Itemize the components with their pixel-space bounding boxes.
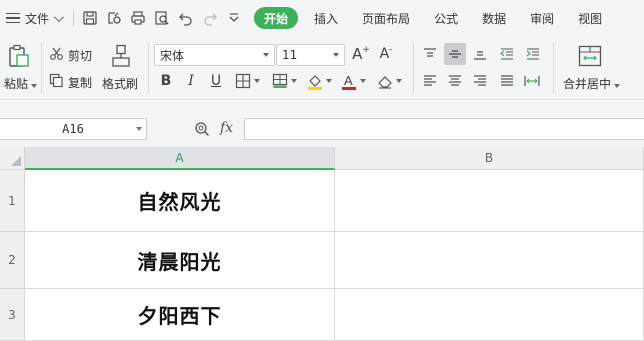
formula-bar: A16 fx [0, 101, 644, 147]
hamburger-icon [6, 12, 20, 24]
align-middle-icon[interactable] [444, 43, 466, 65]
increase-indent-icon[interactable] [523, 44, 543, 64]
distributed-align-icon[interactable] [522, 72, 542, 90]
row-header-3[interactable]: 3 [0, 289, 25, 341]
bold-icon[interactable]: B [157, 71, 175, 91]
tab-view[interactable]: 视图 [566, 7, 614, 29]
cell-a3[interactable]: 夕阳西下 [25, 289, 335, 341]
eraser-icon[interactable] [375, 71, 403, 91]
font-size-select[interactable]: 11 [276, 44, 345, 66]
copy-button[interactable]: 复制 [68, 74, 92, 91]
export-icon[interactable] [104, 8, 124, 28]
paste-label[interactable]: 粘贴 [4, 75, 38, 92]
menu-bar: 文件 开始 插入 页面布局 公式 数据 审阅 视图 [0, 0, 644, 36]
divider [413, 42, 414, 94]
redo-icon[interactable] [200, 8, 220, 28]
paste-button[interactable] [6, 42, 32, 70]
align-right-icon[interactable] [470, 72, 490, 90]
divider [41, 42, 42, 94]
fx-insert-function-button[interactable]: fx [220, 120, 233, 136]
align-left-icon[interactable] [420, 72, 440, 90]
print-preview-icon[interactable] [152, 8, 172, 28]
cell-b1[interactable] [335, 170, 644, 232]
file-menu-button[interactable]: 文件 [0, 6, 69, 30]
save-icon[interactable] [80, 8, 100, 28]
font-name-select[interactable]: 宋体 [154, 44, 275, 66]
merge-center-icon[interactable] [577, 44, 603, 68]
copy-icon[interactable] [48, 72, 64, 88]
tab-formulas[interactable]: 公式 [422, 7, 470, 29]
tab-review[interactable]: 审阅 [518, 7, 566, 29]
undo-icon[interactable] [176, 8, 196, 28]
tab-page-layout[interactable]: 页面布局 [350, 7, 422, 29]
tab-insert[interactable]: 插入 [302, 7, 350, 29]
cell-a2[interactable]: 清晨阳光 [25, 232, 335, 289]
fill-color-icon[interactable] [305, 71, 333, 91]
decrease-indent-icon[interactable] [497, 44, 517, 64]
decrease-font-icon[interactable]: A- [377, 44, 395, 64]
font-size-value: 11 [282, 48, 298, 62]
cut-button[interactable]: 剪切 [68, 47, 92, 64]
font-color-icon[interactable]: A [340, 71, 366, 91]
underline-icon[interactable]: U [207, 71, 225, 91]
merge-center-button[interactable]: 合并居中 [563, 75, 621, 92]
select-all-corner[interactable] [0, 147, 25, 170]
chevron-down-icon [136, 127, 142, 131]
italic-icon[interactable]: I [182, 71, 200, 91]
name-box[interactable]: A16 [0, 118, 147, 140]
formula-input[interactable] [244, 118, 644, 140]
chevron-down-icon [263, 53, 269, 57]
fill-pattern-icon[interactable] [270, 71, 298, 91]
zoom-search-icon[interactable] [193, 120, 211, 138]
tab-home[interactable]: 开始 [254, 7, 299, 29]
row-header-2[interactable]: 2 [0, 232, 25, 289]
increase-font-icon[interactable]: A + [352, 44, 370, 64]
paste-icon [9, 44, 29, 67]
column-header-a[interactable]: A [25, 147, 335, 170]
align-center-icon[interactable] [445, 72, 465, 90]
divider [73, 10, 75, 26]
cell-a1[interactable]: 自然风光 [25, 170, 335, 232]
print-icon[interactable] [128, 8, 148, 28]
borders-icon[interactable] [233, 71, 261, 91]
column-header-b[interactable]: B [335, 147, 644, 170]
cell-b2[interactable] [335, 232, 644, 289]
name-box-value: A16 [62, 122, 84, 136]
font-name-value: 宋体 [160, 48, 185, 63]
divider [553, 42, 554, 94]
svg-text:A: A [344, 73, 353, 88]
chevron-down-icon [333, 53, 339, 57]
divider [148, 42, 149, 94]
tab-data[interactable]: 数据 [470, 7, 518, 29]
cell-b3[interactable] [335, 289, 644, 341]
align-bottom-icon[interactable] [470, 44, 490, 64]
file-menu-label: 文件 [25, 11, 50, 26]
ribbon-toolbar: 粘贴 剪切 复制 格式刷 宋体 11 A + A- B I U A 合并居中 [0, 36, 644, 100]
justify-icon[interactable] [497, 72, 517, 90]
format-painter-button[interactable]: 格式刷 [102, 75, 138, 92]
spreadsheet-grid: A B 1 自然风光 2 清晨阳光 3 夕阳西下 [0, 147, 644, 341]
chevron-down-icon [53, 11, 64, 22]
row-header-1[interactable]: 1 [0, 170, 25, 232]
customize-toolbar-icon[interactable] [224, 8, 244, 28]
scissors-icon[interactable] [48, 45, 64, 61]
align-top-icon[interactable] [420, 44, 440, 64]
format-painter-icon[interactable] [109, 43, 133, 69]
